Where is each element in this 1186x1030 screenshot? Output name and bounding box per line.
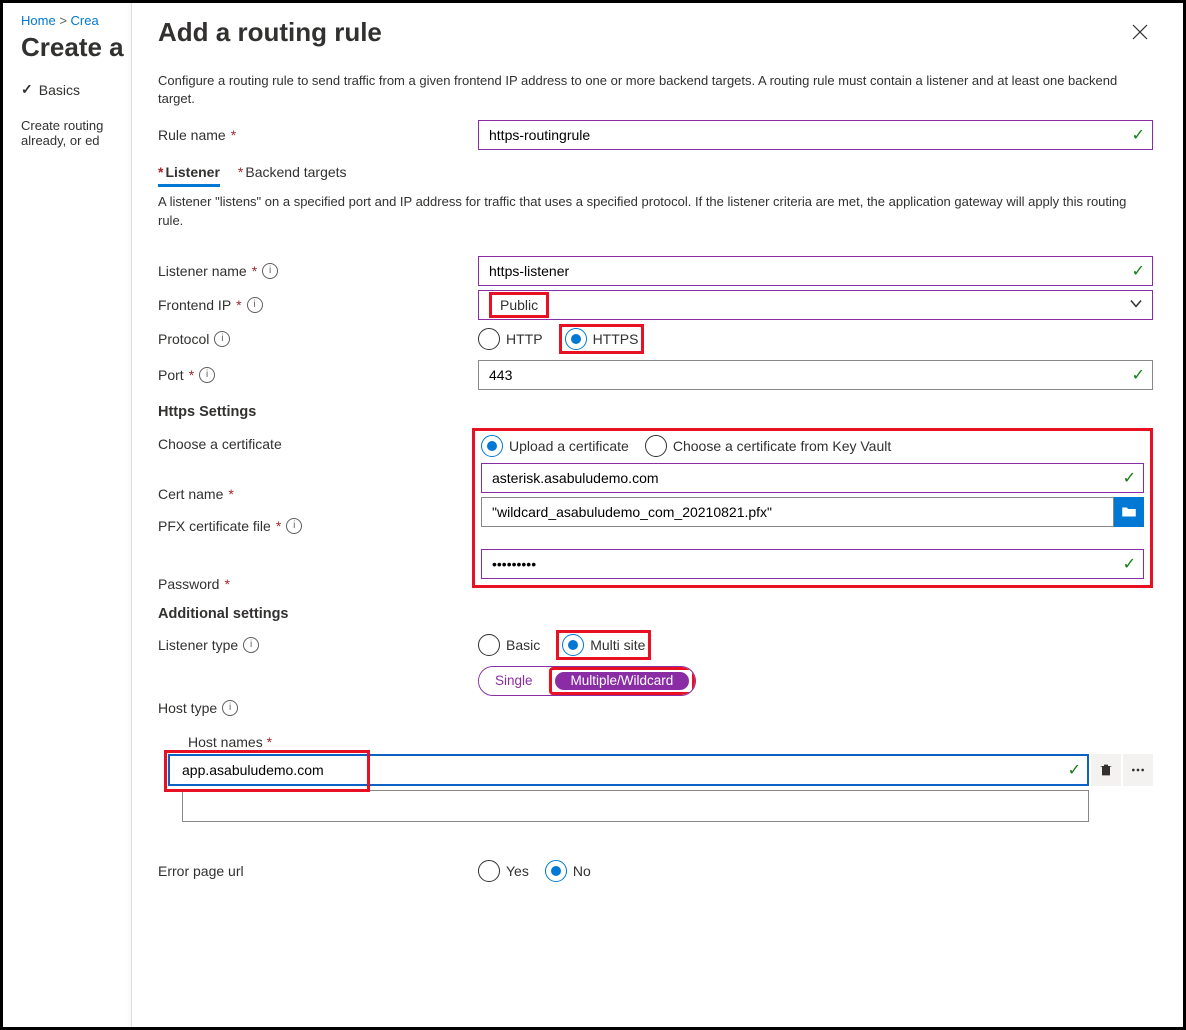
info-icon[interactable]: i (214, 331, 230, 347)
panel-title: Add a routing rule (158, 17, 382, 48)
breadcrumb-create[interactable]: Crea (71, 13, 99, 28)
error-page-yes-radio[interactable]: Yes (478, 860, 529, 882)
info-icon[interactable]: i (247, 297, 263, 313)
listener-type-multi-radio[interactable]: Multi site (562, 634, 645, 656)
listener-type-basic-radio[interactable]: Basic (478, 634, 540, 656)
frontend-ip-select[interactable]: Public (478, 290, 1153, 320)
additional-settings-heading: Additional settings (158, 606, 1153, 622)
folder-icon[interactable] (1114, 497, 1144, 527)
listener-name-input[interactable] (478, 256, 1153, 286)
listener-name-label: Listener name (158, 263, 247, 279)
breadcrumb-home[interactable]: Home (21, 13, 56, 28)
https-settings-heading: Https Settings (158, 404, 1153, 420)
choose-cert-label: Choose a certificate (158, 436, 282, 452)
chevron-down-icon (1129, 296, 1143, 313)
check-icon: ✓ (21, 81, 33, 98)
host-name-input[interactable] (168, 754, 1089, 786)
info-icon[interactable]: i (222, 700, 238, 716)
pfx-file-input[interactable] (481, 497, 1114, 527)
more-icon[interactable] (1123, 754, 1153, 786)
info-icon[interactable]: i (199, 367, 215, 383)
rule-name-label: Rule name (158, 127, 226, 143)
close-icon[interactable] (1131, 23, 1149, 41)
host-names-label: Host names * (188, 734, 1153, 750)
upload-cert-radio[interactable]: Upload a certificate (481, 435, 629, 457)
info-icon[interactable]: i (243, 637, 259, 653)
host-type-label: Host type (158, 700, 217, 716)
info-icon[interactable]: i (262, 263, 278, 279)
protocol-label: Protocol (158, 331, 209, 347)
listener-description: A listener "listens" on a specified port… (158, 193, 1153, 229)
info-icon[interactable]: i (286, 518, 302, 534)
protocol-https-radio[interactable]: HTTPS (565, 328, 639, 350)
error-page-no-radio[interactable]: No (545, 860, 591, 882)
tab-listener[interactable]: *Listener (158, 160, 220, 187)
host-type-multiple[interactable]: Multiple/Wildcard (555, 672, 690, 690)
frontend-ip-label: Frontend IP (158, 297, 231, 313)
error-page-url-label: Error page url (158, 863, 244, 879)
delete-icon[interactable] (1091, 754, 1121, 786)
listener-type-label: Listener type (158, 637, 238, 653)
port-input[interactable] (478, 360, 1153, 390)
panel-description: Configure a routing rule to send traffic… (158, 72, 1153, 108)
wizard-step-label: Basics (39, 82, 80, 98)
protocol-http-radio[interactable]: HTTP (478, 328, 543, 350)
password-input[interactable] (481, 549, 1144, 579)
cert-name-input[interactable] (481, 463, 1144, 493)
rule-name-input[interactable] (478, 120, 1153, 150)
host-type-single[interactable]: Single (479, 667, 549, 695)
port-label: Port (158, 367, 184, 383)
keyvault-cert-radio[interactable]: Choose a certificate from Key Vault (645, 435, 891, 457)
tab-backend-targets[interactable]: *Backend targets (238, 160, 347, 187)
host-name-input-empty[interactable] (182, 790, 1089, 822)
